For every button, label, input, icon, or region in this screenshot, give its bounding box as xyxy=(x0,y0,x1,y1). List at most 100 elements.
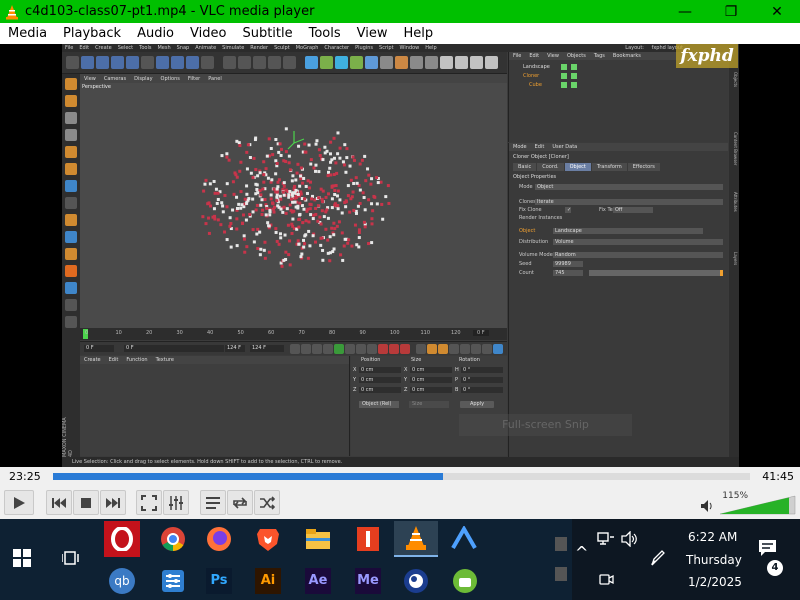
illustrator-icon[interactable]: Ai xyxy=(250,563,286,599)
maximize-button[interactable]: ❐ xyxy=(708,0,754,23)
clone-point xyxy=(298,201,302,205)
task-view-button[interactable] xyxy=(53,540,89,576)
coordinate-manager: Position Size Rotation Object (Rel) Size… xyxy=(351,356,507,456)
c4d-tool-6-icon xyxy=(156,56,169,69)
meet-now-icon[interactable] xyxy=(598,571,614,587)
clone-point xyxy=(321,248,325,252)
coord-size-axis-label: X xyxy=(404,367,408,373)
clone-point xyxy=(286,223,290,227)
clone-point xyxy=(256,246,260,250)
coord-mode-dropdown: Object (Rel) xyxy=(359,401,399,408)
clone-point xyxy=(264,213,268,217)
clone-point xyxy=(293,184,297,188)
menu-audio[interactable]: Audio xyxy=(129,26,182,41)
menu-view[interactable]: View xyxy=(349,26,396,41)
clone-point xyxy=(279,236,283,240)
tray-chevron-icon[interactable]: ^ xyxy=(575,543,588,562)
coord-size-field: 0 cm xyxy=(410,387,452,393)
video-area[interactable]: Layout: fxphd layout File Edit Create Selec… xyxy=(0,44,800,467)
clone-point xyxy=(293,200,297,204)
menu-help[interactable]: Help xyxy=(396,26,442,41)
clone-point xyxy=(267,137,271,141)
clone-point xyxy=(252,240,256,244)
minimize-button[interactable]: — xyxy=(662,0,708,23)
clone-point xyxy=(369,182,373,186)
clone-point xyxy=(291,174,295,178)
clone-point xyxy=(225,238,229,242)
vlc-icon[interactable] xyxy=(394,521,438,557)
volume-control[interactable]: 115% xyxy=(700,491,796,515)
chrome-icon[interactable] xyxy=(155,521,191,557)
photoshop-icon[interactable]: Ps xyxy=(201,563,237,599)
network-icon[interactable] xyxy=(597,531,615,547)
clock-date[interactable]: 1/2/2025 xyxy=(688,575,742,589)
brave-icon[interactable] xyxy=(250,521,286,557)
clone-point xyxy=(301,221,305,225)
timeline-tick-80: 80 xyxy=(329,330,336,336)
android-icon[interactable] xyxy=(447,563,483,599)
next-button[interactable] xyxy=(100,490,126,515)
menu-subtitle[interactable]: Subtitle xyxy=(234,26,300,41)
clone-point xyxy=(329,160,333,164)
menu-playback[interactable]: Playback xyxy=(55,26,129,41)
clone-point xyxy=(329,173,333,177)
vpn-icon[interactable] xyxy=(446,521,482,557)
stop-button[interactable] xyxy=(73,490,99,515)
menu-video[interactable]: Video xyxy=(182,26,234,41)
clock-day[interactable]: Thursday xyxy=(686,553,742,567)
firefox-icon[interactable] xyxy=(201,521,237,557)
notification-icon[interactable] xyxy=(758,539,778,557)
tray-scroll-up[interactable] xyxy=(555,537,567,551)
clone-point xyxy=(340,231,344,235)
after-effects-icon[interactable]: Ae xyxy=(300,563,336,599)
clone-point xyxy=(376,181,380,185)
pen-icon[interactable] xyxy=(650,549,666,567)
settings-icon[interactable] xyxy=(155,563,191,599)
previous-button[interactable] xyxy=(46,490,72,515)
clone-point xyxy=(311,217,315,221)
clone-point xyxy=(214,187,218,191)
shuffle-button[interactable] xyxy=(254,490,280,515)
qbittorrent-icon[interactable]: qb xyxy=(104,563,140,599)
play-button[interactable] xyxy=(4,490,34,515)
start-button[interactable] xyxy=(4,540,40,576)
clock-time[interactable]: 6:22 AM xyxy=(688,530,737,544)
c4d-mode-11-icon xyxy=(65,265,77,277)
clone-point xyxy=(304,184,308,188)
clone-point xyxy=(348,164,352,168)
seek-bar[interactable] xyxy=(53,473,750,480)
cinema4d-icon[interactable] xyxy=(398,563,434,599)
clone-point xyxy=(259,247,263,251)
tray-scroll-down[interactable] xyxy=(555,567,567,581)
menu-media[interactable]: Media xyxy=(0,26,55,41)
attr-row-render-instances: Render Instances xyxy=(513,214,725,222)
transport-btn-9-icon xyxy=(389,344,399,354)
opera-icon[interactable] xyxy=(104,521,140,557)
loop-button[interactable] xyxy=(227,490,253,515)
fullscreen-button[interactable] xyxy=(136,490,162,515)
clone-point xyxy=(303,197,307,201)
speaker-tray-icon[interactable] xyxy=(621,531,639,547)
clone-point xyxy=(335,194,339,198)
speaker-icon xyxy=(701,500,712,512)
viewport-menu-panel: Panel xyxy=(208,75,222,82)
clone-point xyxy=(213,191,217,195)
attr-label: Count xyxy=(519,270,534,276)
extended-settings-button[interactable] xyxy=(163,490,189,515)
close-button[interactable]: ✕ xyxy=(754,0,800,23)
clone-point xyxy=(323,151,327,155)
clone-point xyxy=(328,166,332,170)
clone-point xyxy=(256,227,260,231)
clone-point xyxy=(333,193,337,197)
clone-point xyxy=(303,234,307,238)
file-explorer-icon[interactable] xyxy=(300,521,336,557)
clone-point xyxy=(351,155,355,159)
playlist-button[interactable] xyxy=(200,490,226,515)
media-encoder-icon[interactable]: Me xyxy=(350,563,386,599)
clone-point xyxy=(235,139,239,143)
volume-slider[interactable] xyxy=(720,495,796,515)
pdf-icon[interactable] xyxy=(350,521,386,557)
clone-point xyxy=(367,198,371,202)
transport-btn-4-icon xyxy=(334,344,344,354)
menu-tools[interactable]: Tools xyxy=(301,26,349,41)
